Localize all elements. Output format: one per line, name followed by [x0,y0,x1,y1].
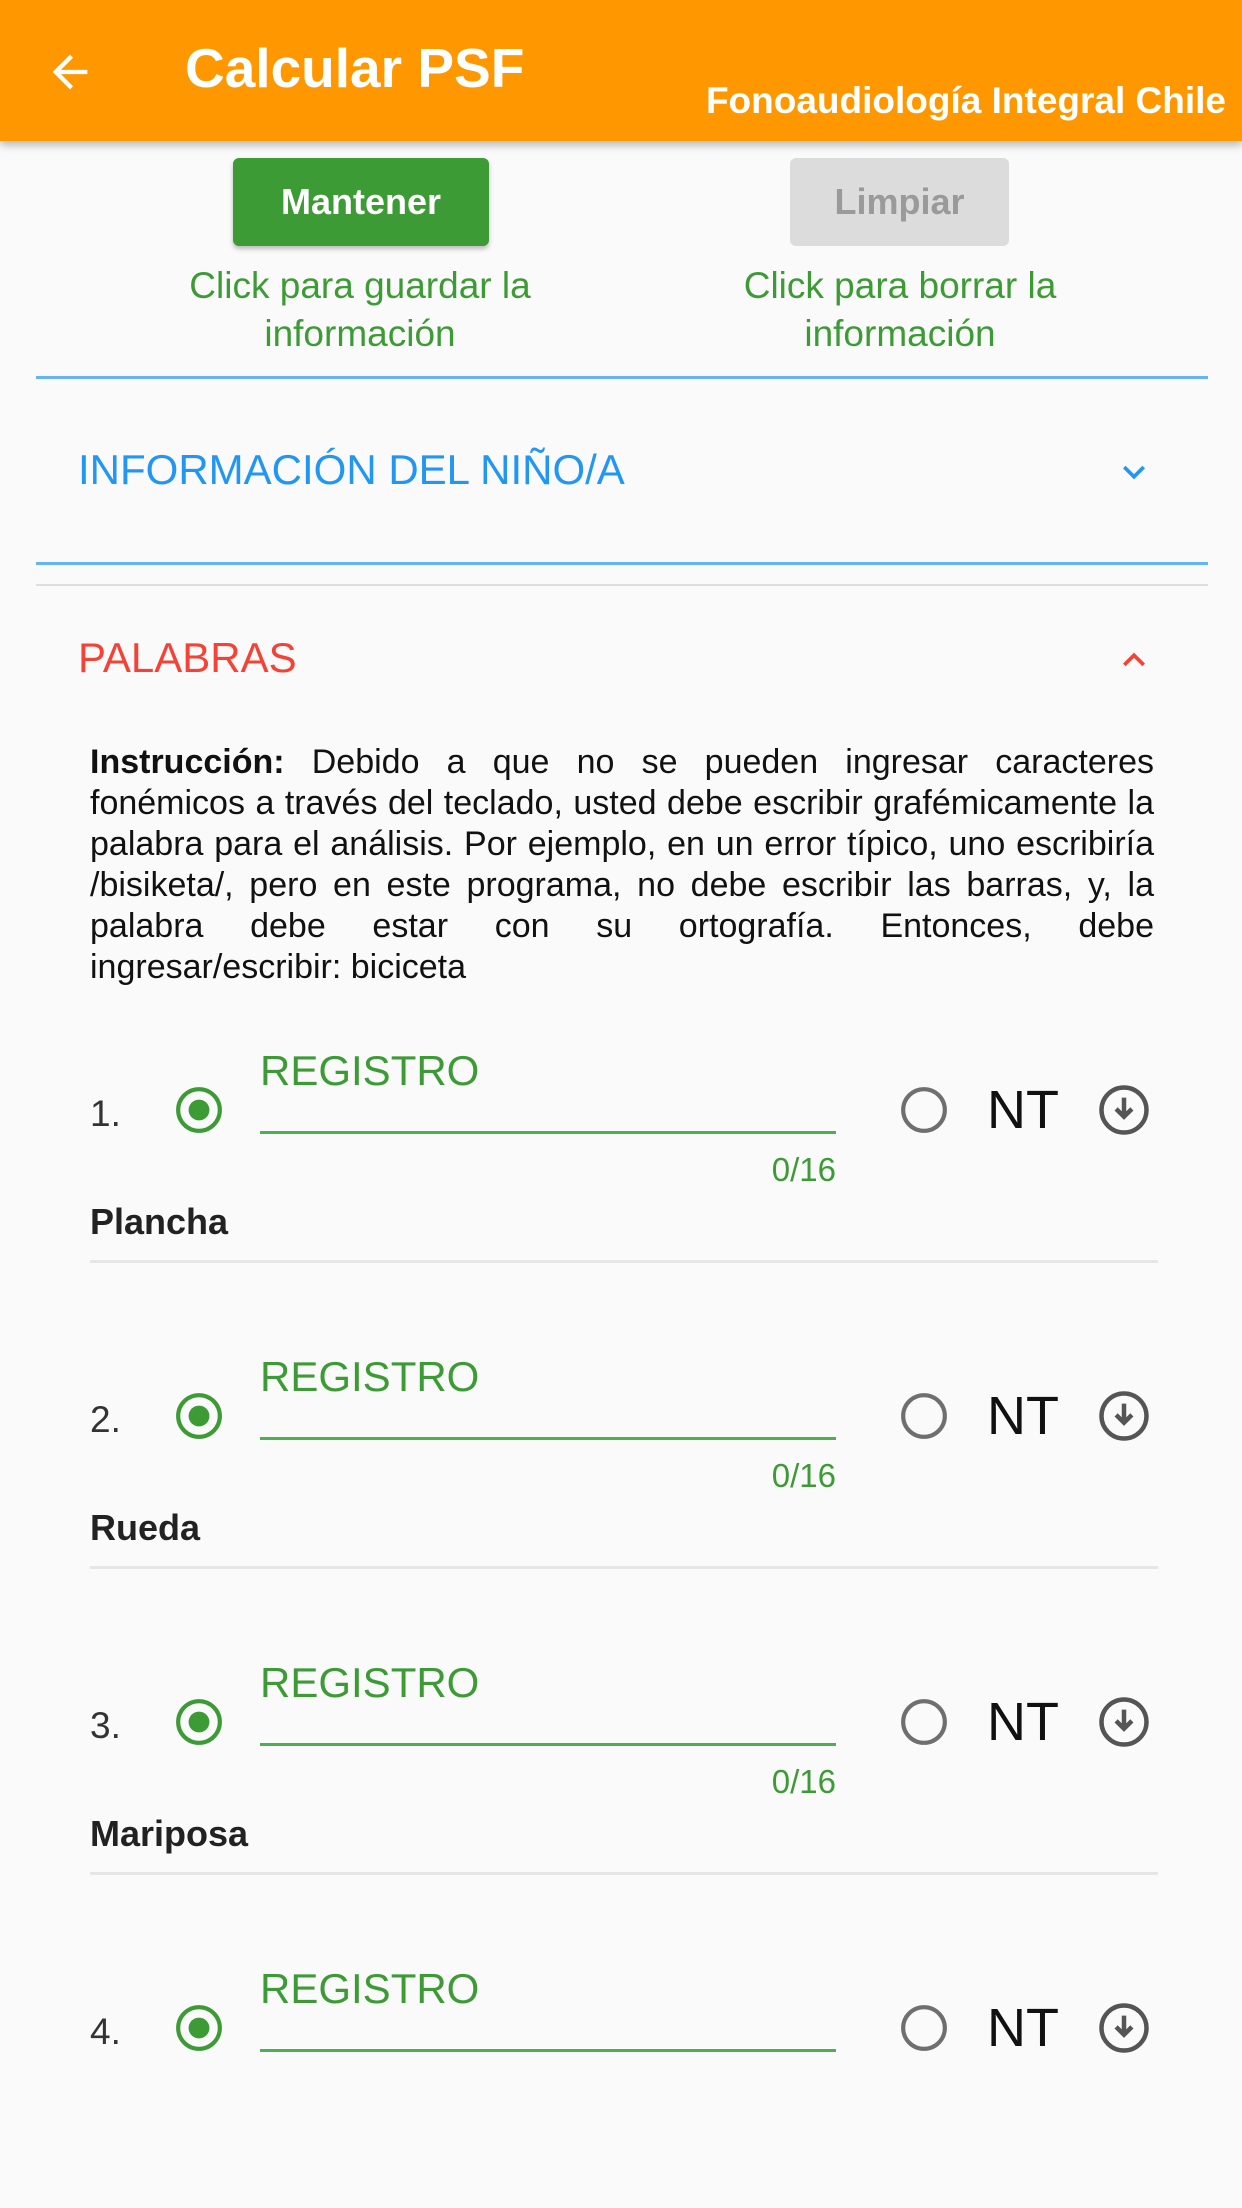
item-number: 3. [90,1705,121,1746]
radio-selected-icon[interactable] [174,2003,224,2053]
register-input[interactable] [260,1743,836,1746]
nt-label: NT [987,1998,1059,2058]
section-divider [36,376,1208,379]
register-field-label[interactable]: REGISTRO [260,1965,479,2013]
arrow-left-icon[interactable] [44,46,96,98]
nt-label: NT [987,1386,1059,1446]
register-field-label[interactable]: REGISTRO [260,1659,479,1707]
instruction-text: Instrucción: Debido a que no se pueden i… [90,742,1154,988]
char-counter: 0/16 [771,1457,836,1494]
register-input[interactable] [260,2049,836,2052]
item-number: 4. [90,2011,121,2052]
item-number: 2. [90,1399,121,1440]
register-input[interactable] [260,1131,836,1134]
row-divider [90,1260,1158,1263]
row-divider [90,1566,1158,1569]
target-word: Plancha [90,1201,229,1242]
clear-button[interactable]: Limpiar [790,158,1009,246]
radio-unselected-icon[interactable] [899,1391,949,1441]
register-input[interactable] [260,1437,836,1440]
item-number: 1. [90,1093,121,1134]
radio-unselected-icon[interactable] [899,1085,949,1135]
list-item: 3. REGISTRO 0/16 NT Mariposa [0,1629,1242,1935]
register-field-label[interactable]: REGISTRO [260,1047,479,1095]
arrow-down-circle-icon[interactable] [1097,1695,1151,1749]
arrow-down-circle-icon[interactable] [1097,1389,1151,1443]
list-item: 1. REGISTRO 0/16 NT Plancha [0,1017,1242,1323]
nt-label: NT [987,1080,1059,1140]
app-subtitle: Fonoaudiología Integral Chile [705,80,1226,121]
radio-unselected-icon[interactable] [899,1697,949,1747]
radio-selected-icon[interactable] [174,1391,224,1441]
chevron-down-icon[interactable] [1112,450,1156,494]
radio-selected-icon[interactable] [174,1697,224,1747]
list-item: 4. REGISTRO NT [0,1935,1242,2085]
chevron-up-icon[interactable] [1112,638,1156,682]
clear-hint: Click para borrar la información [743,265,1057,354]
section-title-child-info[interactable]: INFORMACIÓN DEL NIÑO/A [78,446,625,494]
list-item: 2. REGISTRO 0/16 NT Rueda [0,1323,1242,1629]
radio-selected-icon[interactable] [174,1085,224,1135]
radio-unselected-icon[interactable] [899,2003,949,2053]
save-button[interactable]: Mantener [233,158,489,246]
target-word: Mariposa [90,1813,249,1854]
section-divider [36,584,1208,586]
char-counter: 0/16 [771,1151,836,1188]
target-word: Rueda [90,1507,201,1548]
register-field-label[interactable]: REGISTRO [260,1353,479,1401]
section-divider [36,562,1208,565]
app-title: Calcular PSF [185,37,525,99]
char-counter: 0/16 [771,1763,836,1800]
row-divider [90,1872,1158,1875]
save-hint: Click para guardar la información [189,265,531,354]
app-bar: Calcular PSF Fonoaudiología Integral Chi… [0,0,1242,141]
nt-label: NT [987,1692,1059,1752]
arrow-down-circle-icon[interactable] [1097,2001,1151,2055]
section-title-words[interactable]: PALABRAS [78,634,297,682]
instruction-label: Instrucción: [90,743,285,781]
arrow-down-circle-icon[interactable] [1097,1083,1151,1137]
